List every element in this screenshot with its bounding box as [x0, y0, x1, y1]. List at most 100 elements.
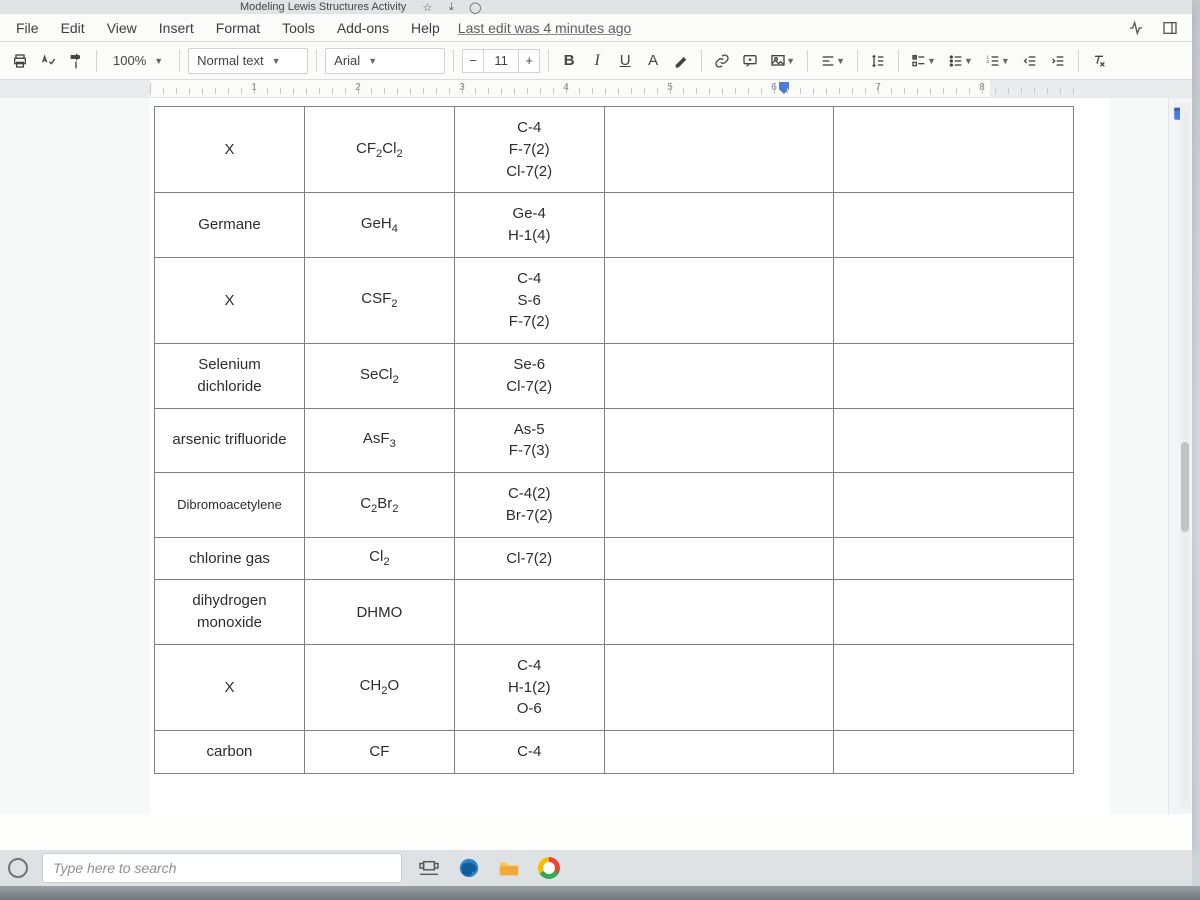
formula-cell[interactable]: C2Br2: [304, 473, 454, 538]
empty-cell[interactable]: [834, 193, 1074, 258]
chrome-icon[interactable]: [536, 855, 562, 881]
compound-name-cell[interactable]: Selenium dichloride: [155, 344, 305, 409]
empty-cell[interactable]: [604, 344, 834, 409]
formula-cell[interactable]: CF2Cl2: [304, 107, 454, 193]
table-row[interactable]: XCH2OC-4H-1(2)O-6: [155, 644, 1074, 730]
empty-cell[interactable]: [604, 193, 834, 258]
compound-name-cell[interactable]: arsenic trifluoride: [155, 408, 305, 473]
sidepanel-toggle-icon[interactable]: [1160, 18, 1180, 38]
formula-cell[interactable]: DHMO: [304, 580, 454, 645]
formula-cell[interactable]: CF: [304, 731, 454, 774]
menu-file[interactable]: File: [6, 16, 49, 40]
insert-image-icon[interactable]: ▼: [766, 48, 799, 74]
table-row[interactable]: arsenic trifluorideAsF3As-5F-7(3): [155, 408, 1074, 473]
insert-comment-icon[interactable]: [738, 48, 762, 74]
edge-icon[interactable]: [456, 855, 482, 881]
insert-link-icon[interactable]: [710, 48, 734, 74]
empty-cell[interactable]: [834, 107, 1074, 193]
zoom-select[interactable]: 100%▼: [105, 48, 171, 74]
menu-help[interactable]: Help: [401, 16, 450, 40]
empty-cell[interactable]: [604, 473, 834, 538]
empty-cell[interactable]: [834, 257, 1074, 343]
vertical-scrollbar[interactable]: [1180, 102, 1190, 810]
empty-cell[interactable]: [834, 537, 1074, 580]
empty-cell[interactable]: [604, 580, 834, 645]
electron-count-cell[interactable]: [454, 580, 604, 645]
empty-cell[interactable]: [834, 731, 1074, 774]
star-icon[interactable]: ☆: [420, 0, 434, 14]
compound-name-cell[interactable]: carbon: [155, 731, 305, 774]
empty-cell[interactable]: [834, 344, 1074, 409]
task-view-icon[interactable]: [416, 855, 442, 881]
align-button[interactable]: ▼: [816, 48, 849, 74]
menu-tools[interactable]: Tools: [272, 16, 325, 40]
empty-cell[interactable]: [834, 580, 1074, 645]
underline-button[interactable]: U: [613, 48, 637, 74]
electron-count-cell[interactable]: C-4(2)Br-7(2): [454, 473, 604, 538]
formula-cell[interactable]: Cl2: [304, 537, 454, 580]
checklist-icon[interactable]: ▼: [907, 48, 940, 74]
file-explorer-icon[interactable]: [496, 855, 522, 881]
menu-insert[interactable]: Insert: [149, 16, 204, 40]
formula-cell[interactable]: CH2O: [304, 644, 454, 730]
last-edit-status[interactable]: Last edit was 4 minutes ago: [458, 20, 632, 36]
font-size-decrease[interactable]: −: [462, 49, 484, 73]
menu-addons[interactable]: Add-ons: [327, 16, 399, 40]
table-row[interactable]: DibromoacetyleneC2Br2C-4(2)Br-7(2): [155, 473, 1074, 538]
cast-icon[interactable]: ◯: [468, 0, 482, 14]
font-size-increase[interactable]: +: [518, 49, 540, 73]
indent-decrease-icon[interactable]: [1018, 48, 1042, 74]
table-row[interactable]: dihydrogen monoxideDHMO: [155, 580, 1074, 645]
indent-increase-icon[interactable]: [1046, 48, 1070, 74]
electron-count-cell[interactable]: C-4S-6F-7(2): [454, 257, 604, 343]
clear-formatting-icon[interactable]: [1087, 48, 1111, 74]
empty-cell[interactable]: [604, 537, 834, 580]
empty-cell[interactable]: [604, 731, 834, 774]
font-size-value[interactable]: 11: [484, 49, 518, 73]
formula-cell[interactable]: CSF2: [304, 257, 454, 343]
electron-count-cell[interactable]: Cl-7(2): [454, 537, 604, 580]
text-color-button[interactable]: A: [641, 48, 665, 74]
empty-cell[interactable]: [604, 257, 834, 343]
electron-count-cell[interactable]: As-5F-7(3): [454, 408, 604, 473]
formula-cell[interactable]: SeCl2: [304, 344, 454, 409]
compound-name-cell[interactable]: Dibromoacetylene: [155, 473, 305, 538]
compound-name-cell[interactable]: X: [155, 257, 305, 343]
empty-cell[interactable]: [604, 408, 834, 473]
electron-count-cell[interactable]: C-4: [454, 731, 604, 774]
document-page[interactable]: XCF2Cl2C-4F-7(2)Cl-7(2)GermaneGeH4Ge-4H-…: [150, 98, 1110, 814]
formula-cell[interactable]: GeH4: [304, 193, 454, 258]
paragraph-style-select[interactable]: Normal text▼: [188, 48, 308, 74]
bulleted-list-icon[interactable]: ▼: [944, 48, 977, 74]
cortana-icon[interactable]: [8, 858, 28, 878]
empty-cell[interactable]: [834, 644, 1074, 730]
install-icon[interactable]: ⤓: [444, 0, 458, 14]
italic-button[interactable]: I: [585, 48, 609, 74]
menu-edit[interactable]: Edit: [51, 16, 95, 40]
empty-cell[interactable]: [834, 473, 1074, 538]
compound-name-cell[interactable]: X: [155, 644, 305, 730]
compound-name-cell[interactable]: Germane: [155, 193, 305, 258]
table-row[interactable]: XCF2Cl2C-4F-7(2)Cl-7(2): [155, 107, 1074, 193]
paint-format-icon[interactable]: [64, 48, 88, 74]
electron-count-cell[interactable]: Ge-4H-1(4): [454, 193, 604, 258]
activity-icon[interactable]: [1126, 18, 1146, 38]
highlight-button[interactable]: [669, 48, 693, 74]
table-row[interactable]: Selenium dichlorideSeCl2Se-6Cl-7(2): [155, 344, 1074, 409]
empty-cell[interactable]: [604, 107, 834, 193]
compound-name-cell[interactable]: chlorine gas: [155, 537, 305, 580]
electron-count-cell[interactable]: C-4F-7(2)Cl-7(2): [454, 107, 604, 193]
spellcheck-icon[interactable]: [36, 48, 60, 74]
font-select[interactable]: Arial▼: [325, 48, 445, 74]
table-row[interactable]: chlorine gasCl2Cl-7(2): [155, 537, 1074, 580]
taskbar-search[interactable]: Type here to search: [42, 853, 402, 883]
formula-cell[interactable]: AsF3: [304, 408, 454, 473]
empty-cell[interactable]: [834, 408, 1074, 473]
compound-name-cell[interactable]: X: [155, 107, 305, 193]
table-row[interactable]: carbonCFC-4: [155, 731, 1074, 774]
bold-button[interactable]: B: [557, 48, 581, 74]
lewis-structures-table[interactable]: XCF2Cl2C-4F-7(2)Cl-7(2)GermaneGeH4Ge-4H-…: [154, 106, 1074, 774]
electron-count-cell[interactable]: Se-6Cl-7(2): [454, 344, 604, 409]
numbered-list-icon[interactable]: 12▼: [981, 48, 1014, 74]
electron-count-cell[interactable]: C-4H-1(2)O-6: [454, 644, 604, 730]
